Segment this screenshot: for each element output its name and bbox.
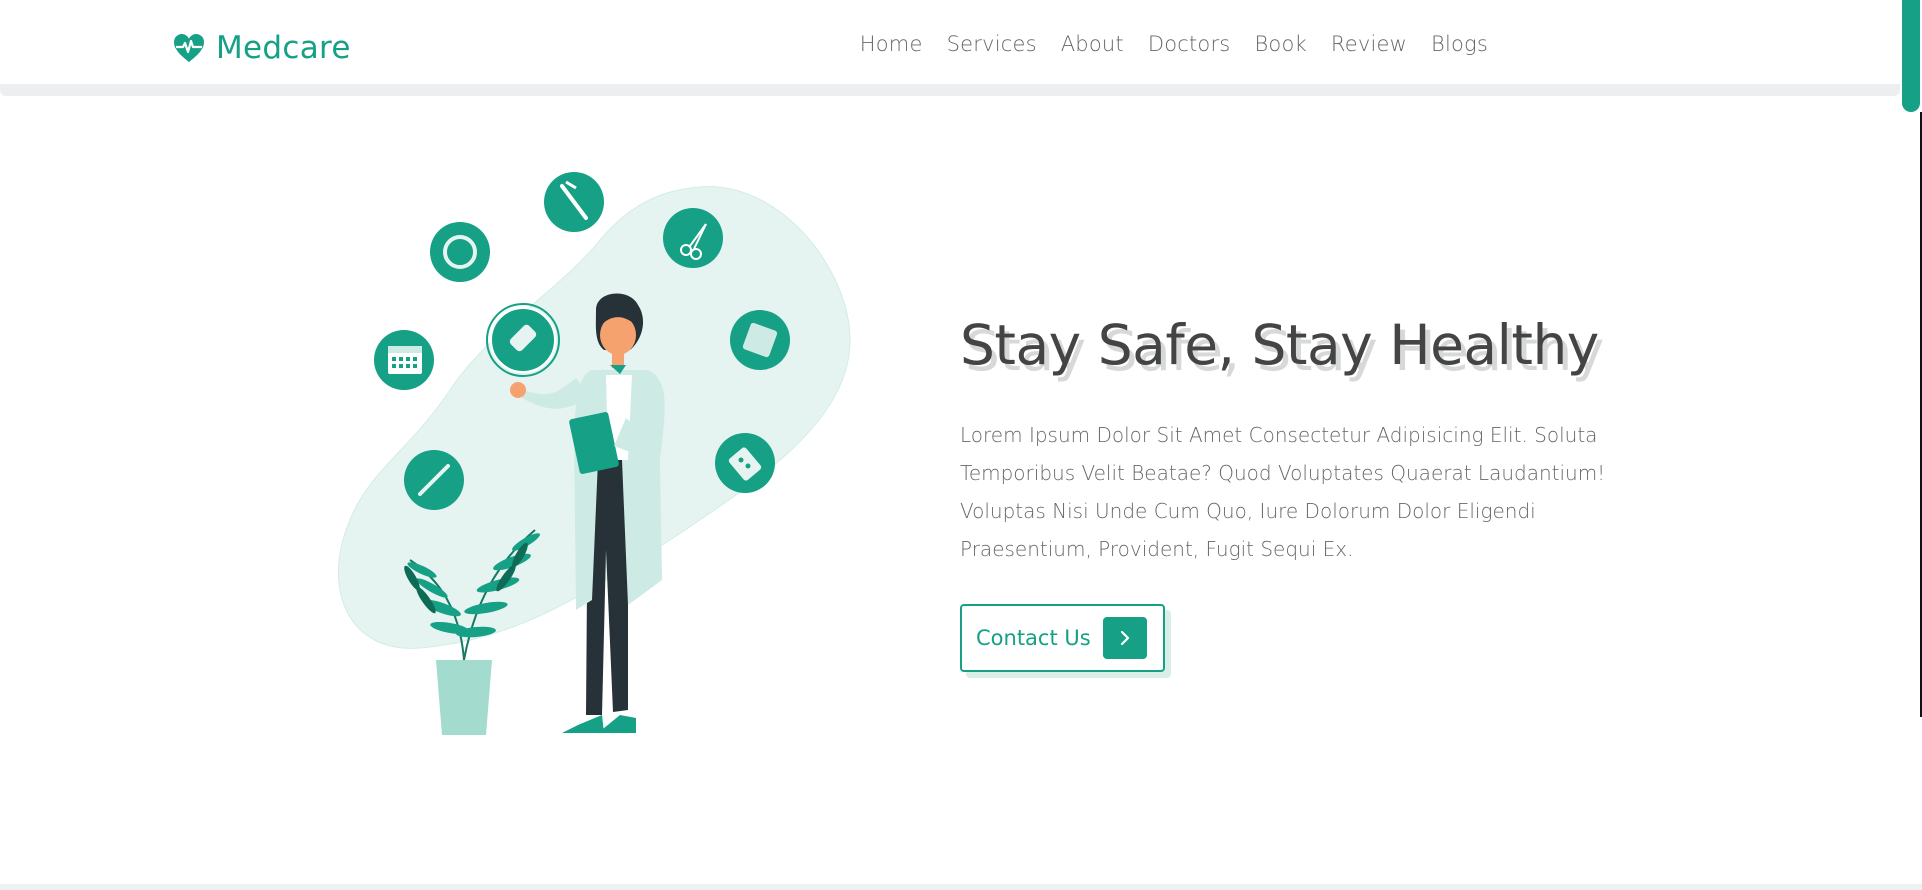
nav-doctors[interactable]: Doctors <box>1148 32 1231 56</box>
brand-logo[interactable]: Medcare <box>172 28 351 68</box>
brand-name: Medcare <box>216 30 351 66</box>
doctor-illustration <box>337 172 851 735</box>
scissors-icon <box>663 208 723 268</box>
chevron-right-icon <box>1102 616 1147 659</box>
calendar-icon <box>374 330 434 390</box>
heartbeat-icon <box>174 34 204 62</box>
nav-review[interactable]: Review <box>1331 32 1407 56</box>
bandage-icon <box>486 303 560 377</box>
page-scrollbar[interactable] <box>1900 0 1922 890</box>
nav-about[interactable]: About <box>1061 32 1124 56</box>
nav-home[interactable]: Home <box>860 32 923 56</box>
scrollbar-thumb[interactable] <box>1902 0 1920 112</box>
hero-section: Stay Safe, Stay Healthy Lorem Ipsum Dolo… <box>960 310 1700 672</box>
ring-icon <box>430 222 490 282</box>
hero-description: Lorem Ipsum Dolor Sit Amet Consectetur A… <box>960 422 1606 561</box>
main-nav: Home Services About Doctors Book Review … <box>860 32 1488 56</box>
site-header: Medcare Home Services About Doctors Book… <box>0 0 1900 96</box>
thermometer-icon <box>404 450 464 510</box>
section-divider <box>0 884 1922 890</box>
contact-us-label: Contact Us <box>976 625 1091 650</box>
nav-blogs[interactable]: Blogs <box>1431 32 1488 56</box>
pills-icon <box>715 433 775 493</box>
nav-book[interactable]: Book <box>1254 32 1306 56</box>
contact-us-button[interactable]: Contact Us <box>960 603 1165 672</box>
pill-box-icon <box>730 310 790 370</box>
hero-title: Stay Safe, Stay Healthy <box>960 313 1599 377</box>
syringe-icon <box>544 172 604 232</box>
nav-services[interactable]: Services <box>947 32 1037 56</box>
